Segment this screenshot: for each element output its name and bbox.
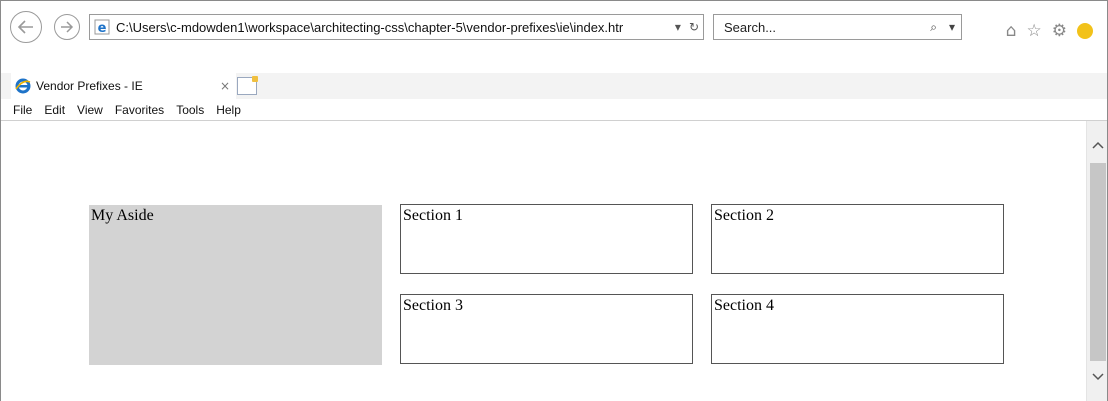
favorites-icon[interactable]: ☆ bbox=[1027, 21, 1042, 41]
vertical-scrollbar[interactable] bbox=[1086, 121, 1107, 401]
section-3: Section 3 bbox=[400, 294, 693, 364]
tab-title: Vendor Prefixes - IE bbox=[36, 79, 143, 93]
new-tab-button[interactable] bbox=[237, 76, 258, 95]
menu-tools[interactable]: Tools bbox=[170, 103, 210, 117]
toolbar-icons: ⌂ ☆ ⚙ bbox=[1006, 21, 1093, 41]
svg-text:e: e bbox=[98, 21, 107, 35]
address-dropdown-icon[interactable]: ▾ bbox=[671, 20, 685, 34]
search-dropdown-icon[interactable]: ▾ bbox=[943, 20, 961, 34]
section-2: Section 2 bbox=[711, 204, 1004, 274]
address-bar[interactable]: e C:\Users\c-mdowden1\workspace\architec… bbox=[89, 14, 704, 40]
section-4: Section 4 bbox=[711, 294, 1004, 364]
address-url[interactable]: C:\Users\c-mdowden1\workspace\architecti… bbox=[116, 20, 671, 35]
scroll-thumb[interactable] bbox=[1090, 163, 1106, 361]
feedback-smiley-icon[interactable] bbox=[1077, 23, 1093, 39]
scroll-up-icon[interactable] bbox=[1087, 135, 1108, 155]
menu-view[interactable]: View bbox=[71, 103, 109, 117]
forward-arrow-icon bbox=[61, 21, 74, 33]
search-input[interactable]: Search... bbox=[724, 20, 924, 35]
tab-vendor-prefixes[interactable]: Vendor Prefixes - IE × bbox=[11, 73, 236, 99]
section-1: Section 1 bbox=[400, 204, 693, 274]
search-box[interactable]: Search... ⌕ ▾ bbox=[713, 14, 962, 40]
close-tab-icon[interactable]: × bbox=[220, 79, 236, 93]
scroll-down-icon[interactable] bbox=[1087, 367, 1108, 387]
ie-logo-icon bbox=[15, 78, 31, 94]
refresh-icon[interactable]: ↻ bbox=[685, 20, 703, 34]
browser-window: – ☐ ✕ e C:\Users\c-mdowden1\workspace\ar… bbox=[0, 0, 1108, 401]
forward-button[interactable] bbox=[54, 14, 80, 40]
menu-favorites[interactable]: Favorites bbox=[109, 103, 170, 117]
menu-file[interactable]: File bbox=[7, 103, 38, 117]
home-icon[interactable]: ⌂ bbox=[1006, 21, 1017, 41]
menu-help[interactable]: Help bbox=[210, 103, 247, 117]
menu-bar: File Edit View Favorites Tools Help bbox=[1, 99, 1107, 121]
settings-icon[interactable]: ⚙ bbox=[1052, 21, 1067, 41]
search-icon[interactable]: ⌕ bbox=[924, 20, 943, 35]
back-button[interactable] bbox=[10, 11, 42, 43]
aside-box: My Aside bbox=[89, 205, 382, 365]
ie-page-icon: e bbox=[94, 19, 110, 35]
page-content: My Aside Section 1 Section 2 Section 3 S… bbox=[1, 121, 1086, 401]
back-arrow-icon bbox=[17, 20, 33, 34]
menu-edit[interactable]: Edit bbox=[38, 103, 71, 117]
navigation-bar: e C:\Users\c-mdowden1\workspace\architec… bbox=[1, 1, 1107, 43]
